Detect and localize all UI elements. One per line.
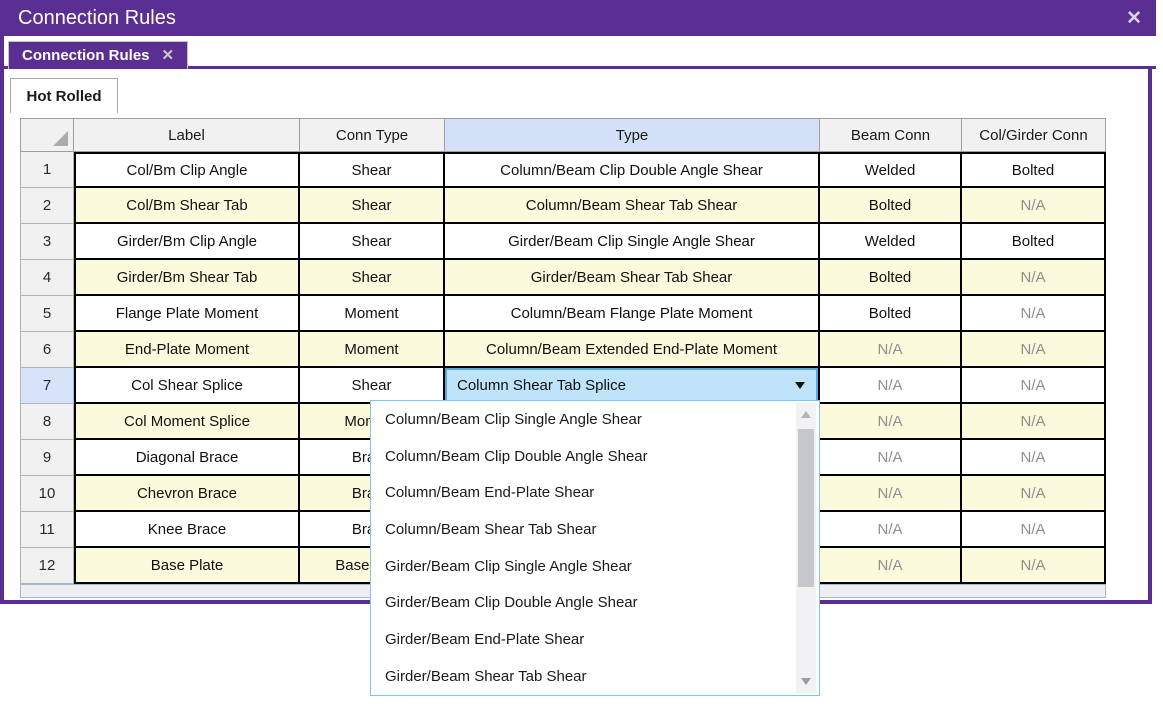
cell-col-girder-conn[interactable]: N/A (962, 440, 1106, 476)
dropdown-option[interactable]: Girder/Beam End-Plate Shear (371, 621, 819, 658)
cell-beam-conn[interactable]: N/A (820, 548, 962, 584)
cell-type[interactable]: Column/Beam Shear Tab Shear (445, 188, 820, 224)
row-header-7[interactable]: 7 (20, 368, 74, 404)
row-header-10[interactable]: 10 (20, 476, 74, 512)
cell-label[interactable]: Col Moment Splice (74, 404, 300, 440)
cell-col-girder-conn[interactable]: N/A (962, 548, 1106, 584)
cell-type[interactable]: Column/Beam Flange Plate Moment (445, 296, 820, 332)
cell-col-girder-conn[interactable]: N/A (962, 476, 1106, 512)
tab-hot-rolled[interactable]: Hot Rolled (10, 78, 118, 113)
cell-label[interactable]: Diagonal Brace (74, 440, 300, 476)
row-header-8[interactable]: 8 (20, 404, 74, 440)
cell-conn-type[interactable]: Moment (300, 332, 445, 368)
scrollbar-up-icon[interactable] (801, 411, 811, 418)
cell-label[interactable]: Col Shear Splice (74, 368, 300, 404)
cell-type[interactable]: Girder/Beam Shear Tab Shear (445, 260, 820, 296)
window-titlebar: Connection Rules ✕ (4, 0, 1156, 36)
cell-conn-type[interactable]: Shear (300, 260, 445, 296)
tab-label: Connection Rules (22, 47, 150, 64)
row-header-12[interactable]: 12 (20, 548, 74, 584)
column-header-beam-conn[interactable]: Beam Conn (820, 118, 962, 152)
select-all-triangle-icon (53, 131, 68, 146)
scrollbar-thumb[interactable] (798, 429, 814, 587)
cell-label[interactable]: End-Plate Moment (74, 332, 300, 368)
cell-type[interactable]: Girder/Beam Clip Single Angle Shear (445, 224, 820, 260)
cell-beam-conn[interactable]: N/A (820, 440, 962, 476)
cell-label[interactable]: Col/Bm Clip Angle (74, 152, 300, 188)
cell-type-editor[interactable]: Column Shear Tab Splice (445, 368, 820, 404)
cell-type[interactable]: Column/Beam Extended End-Plate Moment (445, 332, 820, 368)
chevron-down-icon (795, 382, 805, 389)
column-header-conn-type[interactable]: Conn Type (300, 118, 445, 152)
row-header-6[interactable]: 6 (20, 332, 74, 368)
dropdown-option[interactable]: Column/Beam Shear Tab Shear (371, 511, 819, 548)
cell-beam-conn[interactable]: N/A (820, 404, 962, 440)
cell-col-girder-conn[interactable]: Bolted (962, 224, 1106, 260)
dropdown-option[interactable]: Column/Beam Clip Double Angle Shear (371, 438, 819, 475)
cell-beam-conn[interactable]: Bolted (820, 260, 962, 296)
cell-type[interactable]: Column/Beam Clip Double Angle Shear (445, 152, 820, 188)
cell-beam-conn[interactable]: Bolted (820, 296, 962, 332)
row-header-9[interactable]: 9 (20, 440, 74, 476)
cell-label[interactable]: Chevron Brace (74, 476, 300, 512)
hot-rolled-label: Hot Rolled (27, 88, 102, 105)
cell-beam-conn[interactable]: Welded (820, 224, 962, 260)
dropdown-option[interactable]: Girder/Beam Clip Double Angle Shear (371, 584, 819, 621)
tab-connection-rules[interactable]: Connection Rules ✕ (8, 41, 188, 69)
cell-label[interactable]: Flange Plate Moment (74, 296, 300, 332)
cell-beam-conn[interactable]: Bolted (820, 188, 962, 224)
cell-beam-conn[interactable]: N/A (820, 368, 962, 404)
column-header-type[interactable]: Type (445, 118, 820, 152)
cell-conn-type[interactable]: Shear (300, 152, 445, 188)
dropdown-scrollbar[interactable] (796, 403, 816, 693)
dropdown-option[interactable]: Girder/Beam Shear Tab Shear (371, 658, 819, 695)
cell-col-girder-conn[interactable]: Bolted (962, 152, 1106, 188)
column-header-col-girder-conn[interactable]: Col/Girder Conn (962, 118, 1106, 152)
cell-label[interactable]: Girder/Bm Clip Angle (74, 224, 300, 260)
type-dropdown-list: Column/Beam Clip Single Angle ShearColum… (370, 400, 820, 696)
row-header-11[interactable]: 11 (20, 512, 74, 548)
dropdown-option[interactable]: Column/Beam Clip Single Angle Shear (371, 401, 819, 438)
select-all-corner-cell[interactable] (20, 118, 74, 152)
cell-conn-type[interactable]: Shear (300, 368, 445, 404)
cell-col-girder-conn[interactable]: N/A (962, 188, 1106, 224)
cell-beam-conn[interactable]: Welded (820, 152, 962, 188)
cell-label[interactable]: Knee Brace (74, 512, 300, 548)
cell-label[interactable]: Base Plate (74, 548, 300, 584)
cell-col-girder-conn[interactable]: N/A (962, 368, 1106, 404)
cell-col-girder-conn[interactable]: N/A (962, 296, 1106, 332)
row-header-3[interactable]: 3 (20, 224, 74, 260)
tab-close-icon[interactable]: ✕ (162, 48, 175, 63)
cell-col-girder-conn[interactable]: N/A (962, 512, 1106, 548)
cell-conn-type[interactable]: Shear (300, 188, 445, 224)
type-combobox[interactable]: Column Shear Tab Splice (445, 368, 818, 402)
row-header-2[interactable]: 2 (20, 188, 74, 224)
dropdown-option[interactable]: Girder/Beam Clip Single Angle Shear (371, 548, 819, 585)
cell-beam-conn[interactable]: N/A (820, 512, 962, 548)
cell-col-girder-conn[interactable]: N/A (962, 260, 1106, 296)
type-combobox-value: Column Shear Tab Splice (457, 377, 626, 394)
window-close-icon[interactable]: ✕ (1126, 9, 1142, 28)
cell-col-girder-conn[interactable]: N/A (962, 404, 1106, 440)
cell-beam-conn[interactable]: N/A (820, 332, 962, 368)
row-header-1[interactable]: 1 (20, 152, 74, 188)
row-header-5[interactable]: 5 (20, 296, 74, 332)
cell-conn-type[interactable]: Moment (300, 296, 445, 332)
column-header-label[interactable]: Label (74, 118, 300, 152)
dropdown-option[interactable]: Column/Beam End-Plate Shear (371, 474, 819, 511)
scrollbar-down-icon[interactable] (801, 678, 811, 685)
document-tabstrip: Connection Rules ✕ (4, 36, 1156, 69)
cell-label[interactable]: Girder/Bm Shear Tab (74, 260, 300, 296)
cell-beam-conn[interactable]: N/A (820, 476, 962, 512)
cell-col-girder-conn[interactable]: N/A (962, 332, 1106, 368)
row-header-4[interactable]: 4 (20, 260, 74, 296)
cell-conn-type[interactable]: Shear (300, 224, 445, 260)
window-title: Connection Rules (18, 7, 176, 30)
cell-label[interactable]: Col/Bm Shear Tab (74, 188, 300, 224)
